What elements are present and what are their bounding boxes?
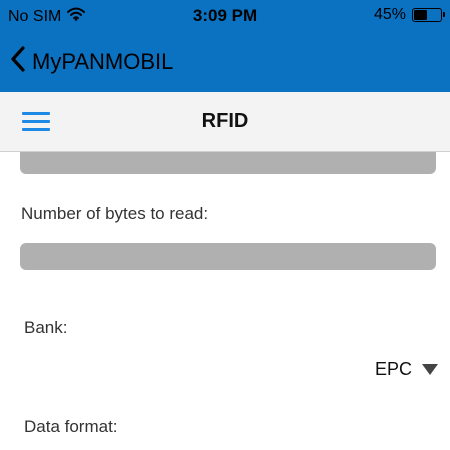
triangle-down-icon: [422, 364, 438, 375]
back-label: MyPANMOBIL: [32, 48, 174, 74]
nav-row: MyPANMOBIL: [0, 32, 450, 92]
status-bar: No SIM 3:09 PM 45%: [0, 0, 450, 32]
chevron-left-icon: [10, 46, 26, 77]
battery-percent: 45%: [373, 6, 406, 23]
battery-icon: [412, 8, 445, 22]
header-bar: No SIM 3:09 PM 45% MyPANMOBIL: [0, 0, 450, 92]
toolbar: RFID: [0, 92, 450, 152]
back-button[interactable]: MyPANMOBIL: [10, 46, 173, 77]
previous-field-input[interactable]: [20, 152, 436, 174]
data-format-label: Data format:: [24, 417, 118, 436]
page-title: RFID: [201, 110, 249, 132]
bytes-to-read-input[interactable]: [20, 243, 436, 270]
screen: No SIM 3:09 PM 45% MyPANMOBIL RFID Numbe…: [0, 0, 450, 450]
battery-info: 45%: [373, 6, 445, 24]
form-content: Number of bytes to read: Bank: EPC Data …: [0, 152, 450, 450]
bank-value: EPC: [374, 359, 412, 379]
bytes-label: Number of bytes to read:: [21, 204, 209, 223]
bank-select[interactable]: EPC: [375, 359, 438, 380]
battery-fill: [414, 10, 427, 20]
bank-label: Bank:: [24, 318, 68, 337]
